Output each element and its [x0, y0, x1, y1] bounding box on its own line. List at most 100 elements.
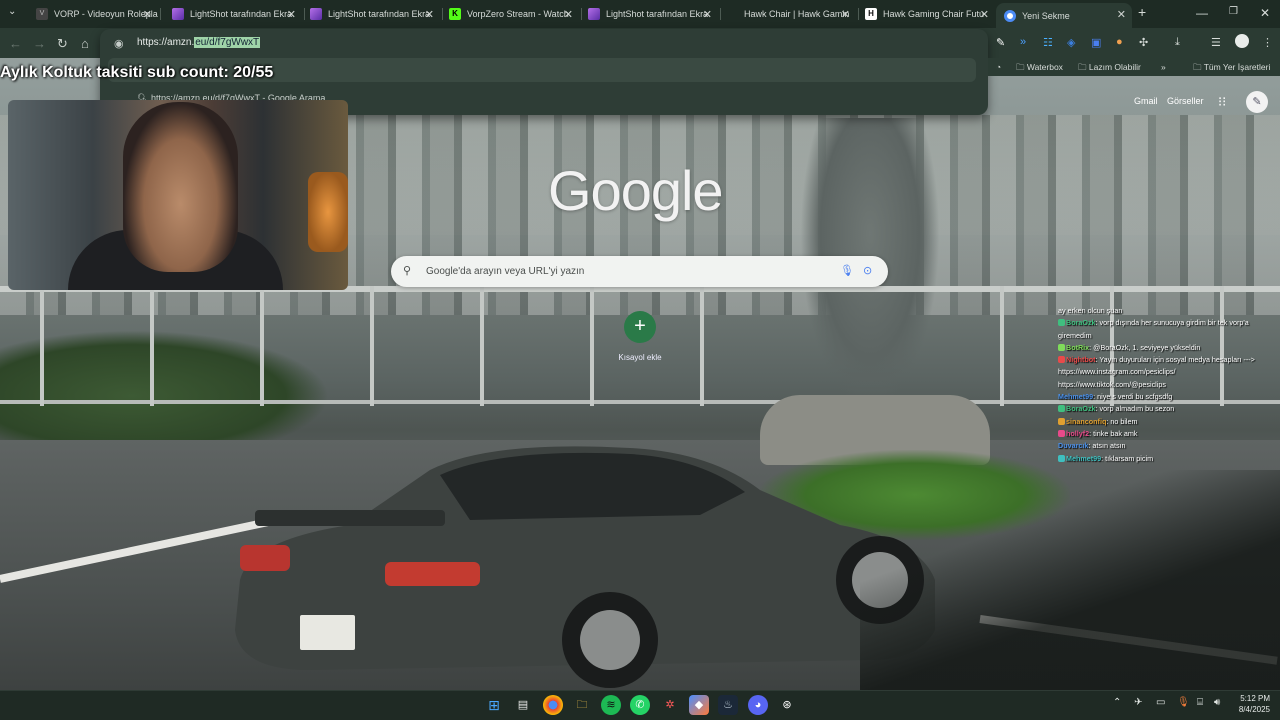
maximize-icon[interactable]: ❐ — [1229, 6, 1238, 17]
chat-message: giremedim — [1058, 330, 1092, 340]
chat-message: sinanconfiq: no bilem — [1058, 416, 1273, 428]
microphone-icon[interactable]: 🎙︎ — [1177, 697, 1190, 708]
task-view-icon[interactable]: ▤ — [513, 695, 533, 715]
chat-username: BoraOzk — [1066, 318, 1096, 328]
chat-username: Duvarcık — [1058, 441, 1089, 451]
badge-icon — [1058, 417, 1065, 425]
voice-search-icon[interactable]: 🎙︎ — [840, 264, 854, 277]
minimize-icon[interactable]: — — [1196, 6, 1208, 20]
spotify-icon[interactable]: ≋ — [601, 695, 621, 715]
extension-icon[interactable]: ● — [1116, 36, 1123, 48]
menu-kebab-icon[interactable]: ⋮ — [1262, 36, 1273, 49]
railing-post — [370, 286, 374, 406]
tab-lightshot-2[interactable]: LightShot tarafından Ekra ✕ — [302, 3, 440, 25]
tab-search-icon[interactable]: ⌄ — [8, 6, 16, 17]
close-tab-icon[interactable]: ✕ — [980, 8, 989, 21]
chat-username: BoraOzk — [1066, 404, 1096, 414]
reload-icon[interactable]: ↻ — [57, 36, 68, 52]
app-icon[interactable]: ⊛ — [777, 695, 797, 715]
tab-lightshot-3[interactable]: LightShot tarafından Ekra ✕ — [580, 3, 718, 25]
bookmark-folder-lazim[interactable]: 🗀︎ Lazım Olabilir — [1078, 62, 1141, 76]
app-icon[interactable]: ✲ — [660, 695, 680, 715]
file-explorer-icon[interactable]: 🗀︎ — [572, 695, 592, 715]
whatsapp-icon[interactable]: ✆ — [630, 695, 650, 715]
badge-icon — [1058, 429, 1065, 437]
close-tab-icon[interactable]: ✕ — [841, 8, 850, 21]
bookmark-folder-waterbox[interactable]: 🗀︎ Waterbox — [1016, 62, 1063, 76]
tab-lightshot-1[interactable]: LightShot tarafından Ekra ✕ — [164, 3, 302, 25]
bookmarks-overflow-icon[interactable]: » — [1161, 62, 1166, 72]
close-tab-icon[interactable]: ✕ — [564, 8, 573, 21]
foreground-shadow — [860, 470, 1280, 690]
tray-overflow-icon[interactable]: ⌃ — [1113, 697, 1121, 708]
extensions-puzzle-icon[interactable]: ✣ — [1139, 36, 1148, 49]
profile-avatar[interactable] — [1235, 34, 1249, 48]
extension-shield-icon[interactable]: ◈ — [1067, 36, 1075, 49]
customize-avatar-icon[interactable]: ✎ — [1246, 91, 1268, 113]
tab-label: Hawk Gaming Chair Futu — [883, 9, 985, 19]
close-tab-icon[interactable]: ✕ — [425, 8, 434, 21]
extension-icon[interactable]: ☷ — [1043, 36, 1053, 49]
copilot-icon[interactable]: ◆ — [689, 695, 709, 715]
tab-label: LightShot tarafından Ekra — [606, 9, 709, 19]
close-tab-icon[interactable]: ✕ — [703, 8, 712, 21]
lightshot-feather-icon — [310, 8, 322, 20]
streamer-head — [123, 102, 238, 272]
network-icon[interactable]: ⌸ — [1197, 697, 1203, 708]
tab-new-tab[interactable]: Yeni Sekme ✕ — [996, 3, 1132, 28]
images-link[interactable]: Görseller — [1167, 96, 1204, 106]
close-tab-icon[interactable]: ✕ — [143, 8, 152, 21]
site-info-icon[interactable]: ◉ — [114, 37, 124, 50]
bookmark-label: Tüm Yer İşaretleri — [1203, 62, 1271, 72]
tray-app-icon[interactable]: ✈ — [1134, 697, 1142, 708]
badge-icon — [1058, 454, 1065, 462]
windows-start-icon[interactable]: ⊞ — [484, 695, 504, 715]
add-shortcut-label: Kısayol ekle — [618, 353, 662, 362]
chat-message: Mehmet99: niye s verdi bu scfgsdfg — [1058, 392, 1173, 402]
lens-search-icon[interactable]: ⊙ — [863, 264, 872, 277]
chat-username: Nightbot — [1066, 355, 1096, 365]
close-tab-icon[interactable]: ✕ — [1117, 8, 1126, 21]
chat-message: Nightbot: Yayın duyuruları için sosyal m… — [1058, 354, 1273, 366]
back-icon[interactable]: ← — [9, 36, 22, 51]
tab-hawk-gaming[interactable]: H Hawk Gaming Chair Futu ✕ — [857, 3, 995, 25]
steam-icon[interactable]: ♨ — [718, 695, 738, 715]
close-window-icon[interactable]: ✕ — [1260, 6, 1270, 20]
chat-message: hollyf2: tinke bak amk — [1058, 428, 1273, 440]
tab-label: LightShot tarafından Ekra — [190, 9, 293, 19]
tab-label: Hawk Chair | Hawk Gamin — [744, 9, 850, 19]
apps-grid-icon[interactable]: ⁝⁝ — [1218, 94, 1226, 110]
browser-tab-strip: ⌄ V VORP - Videoyun Rolepla ✕ LightShot … — [0, 0, 1280, 28]
pen-extension-icon[interactable]: ✎ — [996, 36, 1005, 49]
tab-kick-stream[interactable]: K VorpZero Stream - Watch ✕ — [441, 3, 579, 25]
add-shortcut-button[interactable]: + — [624, 311, 656, 343]
home-icon[interactable]: ⌂ — [81, 36, 89, 51]
gmail-link[interactable]: Gmail — [1134, 96, 1158, 106]
railing-post — [260, 286, 264, 406]
bookmark-folder-all[interactable]: 🗀︎ Tüm Yer İşaretleri — [1193, 62, 1270, 76]
webcam-feed — [8, 100, 348, 290]
tray-app-icon[interactable]: ▭ — [1156, 697, 1165, 708]
bookmark-icon[interactable]: ◔ — [996, 62, 1001, 72]
tab-label: LightShot tarafından Ekra — [328, 9, 431, 19]
stream-overlay-title: Aylık Koltuk taksiti sub count: 20/55 — [0, 64, 274, 81]
badge-icon — [1058, 405, 1065, 413]
discord-icon[interactable]: ◕ — [748, 695, 768, 715]
close-tab-icon[interactable]: ✕ — [287, 8, 296, 21]
tab-hawk-chair[interactable]: Hawk Chair | Hawk Gamin ✕ — [718, 3, 856, 25]
download-icon[interactable]: ⤓ — [1175, 36, 1180, 49]
tab-vorp[interactable]: V VORP - Videoyun Rolepla ✕ — [28, 3, 158, 25]
system-clock[interactable]: 5:12 PM 8/4/2025 — [1226, 693, 1270, 715]
badge-icon — [1058, 343, 1065, 351]
translate-extension-icon[interactable]: » — [1020, 36, 1026, 48]
address-bar-input[interactable]: https://amzn.eu/d/f7gWwxT — [137, 37, 261, 48]
volume-icon[interactable]: 🔊︎ — [1214, 697, 1220, 708]
chrome-taskbar-icon[interactable] — [543, 695, 563, 715]
lamp — [308, 172, 348, 252]
forward-icon[interactable]: → — [33, 36, 46, 51]
tab-label: Yeni Sekme — [1022, 10, 1070, 21]
new-tab-button[interactable]: + — [1138, 4, 1146, 20]
reading-list-icon[interactable]: ☰ — [1211, 36, 1221, 49]
extension-icon[interactable]: ▣ — [1091, 36, 1101, 49]
search-placeholder: Google'da arayın veya URL'yi yazın — [426, 266, 585, 277]
